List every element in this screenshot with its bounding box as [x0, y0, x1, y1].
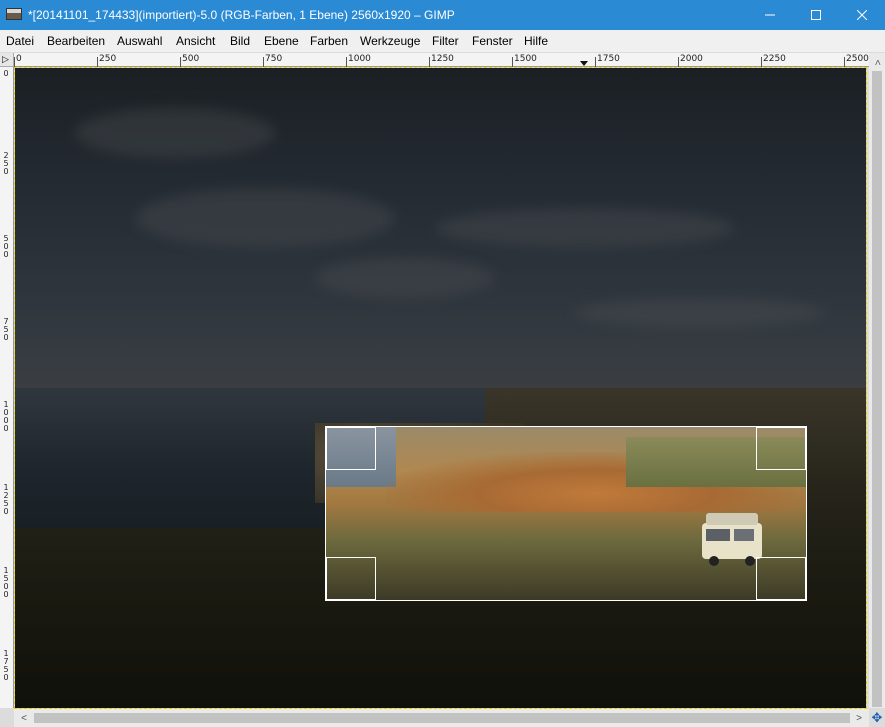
menu-auswahl[interactable]: Auswahl [117, 34, 162, 48]
vertical-scrollbar[interactable]: < [869, 53, 885, 708]
close-button[interactable] [839, 0, 885, 30]
maximize-icon [811, 10, 821, 20]
minimize-button[interactable] [747, 0, 793, 30]
window-title: *[20141101_174433](importiert)-5.0 (RGB-… [28, 8, 455, 22]
menu-datei[interactable]: Datei [6, 34, 34, 48]
menu-bild[interactable]: Bild [230, 34, 250, 48]
maximize-button[interactable] [793, 0, 839, 30]
crop-handle-top-right[interactable] [756, 427, 806, 470]
image-canvas[interactable] [14, 67, 867, 709]
vertical-ruler[interactable]: 0 250 500 750 1000 1250 1500 1750 [0, 67, 14, 708]
vruler-label: 0 [3, 69, 9, 78]
menu-fenster[interactable]: Fenster [472, 34, 513, 48]
vruler-label: 1500 [3, 566, 9, 599]
vruler-label: 1250 [3, 483, 9, 516]
menu-farben[interactable]: Farben [310, 34, 348, 48]
vruler-label: 500 [3, 234, 9, 259]
scroll-up-button[interactable]: < [870, 55, 884, 69]
vruler-label: 750 [3, 317, 9, 342]
scroll-left-button[interactable]: < [17, 711, 31, 725]
menu-hilfe[interactable]: Hilfe [524, 34, 548, 48]
horizontal-ruler[interactable]: 0 250 500 750 1000 1250 1500 1750 2000 2… [14, 53, 869, 67]
crop-handle-bottom-right[interactable] [756, 557, 806, 600]
crop-dim-overlay [15, 68, 866, 708]
ruler-toggle-button[interactable]: ▷ [0, 53, 14, 67]
title-bar: *[20141101_174433](importiert)-5.0 (RGB-… [0, 0, 885, 30]
menu-bearbeiten[interactable]: Bearbeiten [47, 34, 105, 48]
navigate-icon: ✥ [871, 710, 883, 725]
menu-bar: Datei Bearbeiten Auswahl Ansicht Bild Eb… [0, 30, 885, 52]
horizontal-scrollbar[interactable]: < > [14, 709, 869, 727]
pointer-marker-icon [580, 61, 588, 66]
horizontal-scroll-thumb[interactable] [34, 713, 850, 723]
close-icon [857, 10, 867, 20]
hruler-ticks [14, 57, 845, 67]
menu-werkzeuge[interactable]: Werkzeuge [360, 34, 420, 48]
minimize-icon [765, 14, 775, 16]
menu-ebene[interactable]: Ebene [264, 34, 299, 48]
vertical-scroll-thumb[interactable] [872, 71, 882, 707]
crop-handle-top-left[interactable] [326, 427, 376, 470]
crop-handle-bottom-left[interactable] [326, 557, 376, 600]
chevron-up-icon: < [871, 59, 883, 65]
navigate-button[interactable]: ✥ [869, 709, 885, 727]
gimp-image-icon [6, 8, 22, 20]
vruler-label: 1750 [3, 649, 9, 682]
chevron-left-icon: < [21, 712, 27, 724]
crop-selection[interactable] [325, 426, 807, 601]
chevron-right-icon: > [856, 712, 862, 724]
menu-filter[interactable]: Filter [432, 34, 459, 48]
scroll-right-button[interactable]: > [852, 711, 866, 725]
vruler-label: 250 [3, 151, 9, 176]
vruler-label: 1000 [3, 400, 9, 433]
ruler-toggle-icon: ▷ [2, 54, 9, 64]
menu-ansicht[interactable]: Ansicht [176, 34, 215, 48]
